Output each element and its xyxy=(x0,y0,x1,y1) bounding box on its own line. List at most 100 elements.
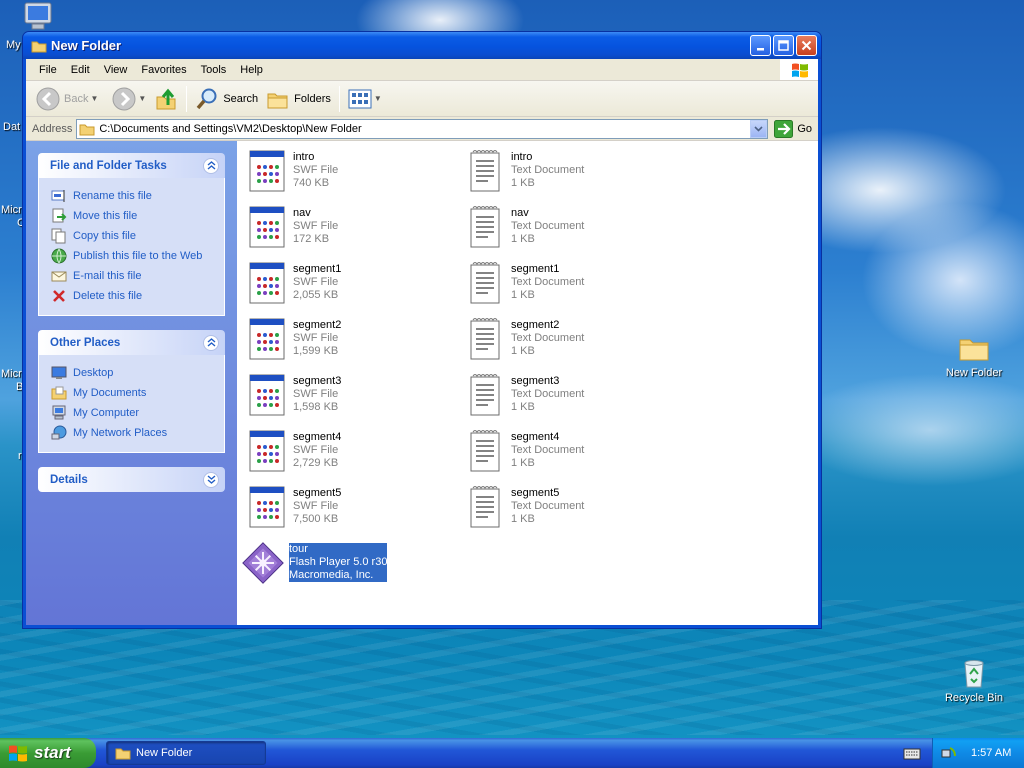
forward-button[interactable]: ▼ xyxy=(108,84,150,114)
file-name: segment4 xyxy=(511,431,560,443)
file-type: Text Document xyxy=(511,164,585,176)
task-email-file[interactable]: E-mail this file xyxy=(51,266,214,286)
flash-player-icon xyxy=(241,539,285,590)
search-button[interactable]: Search xyxy=(191,84,262,114)
back-button[interactable]: Back ▼ xyxy=(32,84,102,114)
move-icon xyxy=(52,208,67,223)
file-item[interactable]: intro Text Document 1 KB xyxy=(463,147,673,199)
file-item[interactable]: segment1 SWF File 2,055 KB xyxy=(245,259,455,311)
chevron-down-icon[interactable]: ▼ xyxy=(374,94,382,103)
place-desktop[interactable]: Desktop xyxy=(51,363,214,383)
folder-icon xyxy=(79,124,95,135)
file-size: Macromedia, Inc. xyxy=(289,569,374,581)
file-item[interactable]: segment4 Text Document 1 KB xyxy=(463,427,673,479)
file-name: segment1 xyxy=(293,263,342,275)
views-button[interactable]: ▼ xyxy=(344,84,386,114)
file-item[interactable]: intro SWF File 740 KB xyxy=(245,147,455,199)
file-meta: intro SWF File 740 KB xyxy=(293,151,338,190)
close-button[interactable] xyxy=(796,35,817,56)
desktop-recycle-bin[interactable]: Recycle Bin xyxy=(934,657,1014,704)
task-delete-file[interactable]: Delete this file xyxy=(51,286,214,306)
up-folder-button[interactable] xyxy=(150,84,182,114)
desktop-icon-label: Recycle Bin xyxy=(944,692,1004,704)
file-name: nav xyxy=(511,207,529,219)
panel-body: Desktop My Documents My Computer My Netw… xyxy=(38,355,225,453)
address-input[interactable]: C:\Documents and Settings\VM2\Desktop\Ne… xyxy=(76,118,769,139)
address-value: C:\Documents and Settings\VM2\Desktop\Ne… xyxy=(99,122,362,135)
address-dropdown-button[interactable] xyxy=(750,119,768,138)
menu-view[interactable]: View xyxy=(97,60,135,80)
file-item[interactable]: segment1 Text Document 1 KB xyxy=(463,259,673,311)
chevron-down-icon[interactable]: ▼ xyxy=(90,94,98,103)
desktop-icon xyxy=(51,366,67,379)
file-item[interactable]: segment3 SWF File 1,598 KB xyxy=(245,371,455,423)
text-document-icon xyxy=(463,483,507,534)
globe-icon xyxy=(51,248,67,264)
task-label: Delete this file xyxy=(73,290,143,302)
file-item[interactable]: nav SWF File 172 KB xyxy=(245,203,455,255)
place-label: My Network Places xyxy=(73,427,168,439)
menu-favorites[interactable]: Favorites xyxy=(134,60,193,80)
file-type: SWF File xyxy=(293,332,339,344)
panel-header[interactable]: Other Places xyxy=(38,330,225,355)
go-button[interactable]: Go xyxy=(774,119,812,138)
place-label: Desktop xyxy=(73,367,114,379)
menu-edit[interactable]: Edit xyxy=(64,60,97,80)
place-my-documents[interactable]: My Documents xyxy=(51,383,214,403)
place-my-network[interactable]: My Network Places xyxy=(51,423,214,443)
file-item[interactable]: segment5 Text Document 1 KB xyxy=(463,483,673,535)
panel-header[interactable]: Details xyxy=(38,467,225,492)
file-size: 740 KB xyxy=(293,177,330,189)
file-size: 1 KB xyxy=(511,233,535,245)
file-meta: segment2 Text Document 1 KB xyxy=(511,319,584,358)
network-tray-icon[interactable] xyxy=(941,745,957,761)
file-item[interactable]: tour Flash Player 5.0 r30 Macromedia, Inc. xyxy=(241,539,451,591)
file-item[interactable]: segment5 SWF File 7,500 KB xyxy=(245,483,455,535)
file-item[interactable]: segment3 Text Document 1 KB xyxy=(463,371,673,423)
file-meta: segment3 SWF File 1,598 KB xyxy=(293,375,341,414)
minimize-button[interactable] xyxy=(750,35,771,56)
text-document-icon xyxy=(463,203,507,254)
details-panel: Details xyxy=(38,467,225,492)
panel-header[interactable]: File and Folder Tasks xyxy=(38,153,225,178)
my-computer-desktop-icon[interactable] xyxy=(22,2,56,32)
window-client: File Edit View Favorites Tools Help Back… xyxy=(26,59,818,625)
chevron-down-icon xyxy=(754,125,763,132)
desktop-new-folder[interactable]: New Folder xyxy=(934,332,1014,379)
task-move-file[interactable]: Move this file xyxy=(51,206,214,226)
file-item[interactable]: segment2 SWF File 1,599 KB xyxy=(245,315,455,367)
file-item[interactable]: segment2 Text Document 1 KB xyxy=(463,315,673,367)
chevron-up-icon[interactable] xyxy=(203,157,219,174)
place-my-computer[interactable]: My Computer xyxy=(51,403,214,423)
file-item[interactable]: segment4 SWF File 2,729 KB xyxy=(245,427,455,479)
file-type: Flash Player 5.0 r30 xyxy=(289,556,388,568)
menu-tools[interactable]: Tools xyxy=(194,60,234,80)
task-rename-file[interactable]: Rename this file xyxy=(51,186,214,206)
clock[interactable]: 1:57 AM xyxy=(971,747,1011,759)
title-bar[interactable]: New Folder xyxy=(23,32,821,59)
file-meta: segment1 Text Document 1 KB xyxy=(511,263,584,302)
file-name: tour xyxy=(289,543,308,555)
task-publish-web[interactable]: Publish this file to the Web xyxy=(51,246,214,266)
chevron-up-icon[interactable] xyxy=(203,334,219,351)
desktop-edge-label: Dat xyxy=(3,121,21,133)
folders-button[interactable]: Folders xyxy=(262,84,335,114)
keyboard-icon[interactable] xyxy=(903,745,921,761)
file-list: intro SWF File 740 KB intro Text Document 1 K… xyxy=(237,141,818,625)
file-type: SWF File xyxy=(293,500,339,512)
task-copy-file[interactable]: Copy this file xyxy=(51,226,214,246)
menu-help[interactable]: Help xyxy=(233,60,270,80)
task-label: Rename this file xyxy=(73,190,152,202)
file-item[interactable]: nav Text Document 1 KB xyxy=(463,203,673,255)
menu-file[interactable]: File xyxy=(32,60,64,80)
go-arrow-icon xyxy=(774,119,794,138)
file-meta: segment4 SWF File 2,729 KB xyxy=(293,431,341,470)
text-document-icon xyxy=(463,315,507,366)
back-arrow-icon xyxy=(36,87,60,110)
chevron-down-icon[interactable]: ▼ xyxy=(138,94,146,103)
taskbar-item-new-folder[interactable]: New Folder xyxy=(106,741,266,765)
start-button[interactable]: start xyxy=(0,738,96,768)
file-type: SWF File xyxy=(293,444,339,456)
chevron-down-icon[interactable] xyxy=(203,471,219,488)
maximize-button[interactable] xyxy=(773,35,794,56)
